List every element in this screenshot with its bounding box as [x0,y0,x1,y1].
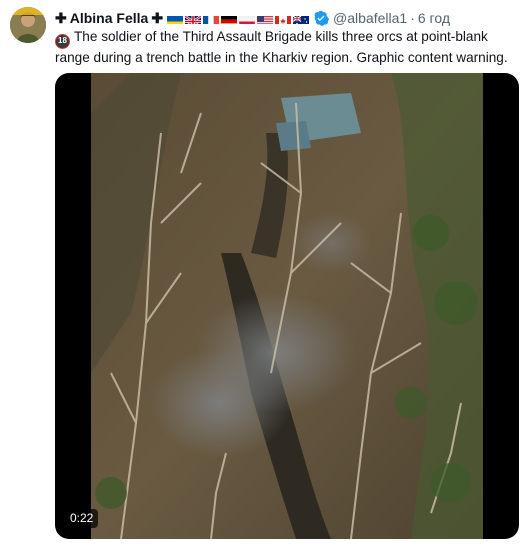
france-flag-icon [203,13,220,24]
cross-icon: ✚ [55,10,67,26]
ukraine-flag-icon [167,13,184,24]
age-restriction-icon: 18 [55,34,70,49]
avatar[interactable] [10,7,46,43]
separator-dot: · [410,10,415,26]
avatar-image [10,7,46,43]
cross-icon: ✚ [151,10,164,26]
uk-flag-icon [185,13,202,24]
timestamp[interactable]: 6 год [418,9,450,27]
tweet-header: ✚ Albina Fella ✚ @albafella1 · 6 год [55,8,450,28]
tweet: ✚ Albina Fella ✚ @albafella1 · 6 год 18 … [0,0,523,546]
tweet-body: The soldier of the Third Assault Brigade… [55,29,508,65]
display-name[interactable]: Albina Fella [70,9,149,27]
usa-flag-icon [257,13,274,24]
poland-flag-icon [239,13,256,24]
australia-flag-icon [293,13,310,24]
video-player[interactable]: 0:22 [55,73,519,539]
germany-flag-icon [221,13,238,24]
user-handle[interactable]: @albafella1 [333,9,407,27]
flag-list [167,13,310,24]
verified-badge-icon [313,10,330,26]
video-duration: 0:22 [65,509,99,528]
canada-flag-icon [275,13,292,24]
tweet-text: 18 The soldier of the Third Assault Briga… [55,28,520,67]
video-frame [91,73,483,539]
